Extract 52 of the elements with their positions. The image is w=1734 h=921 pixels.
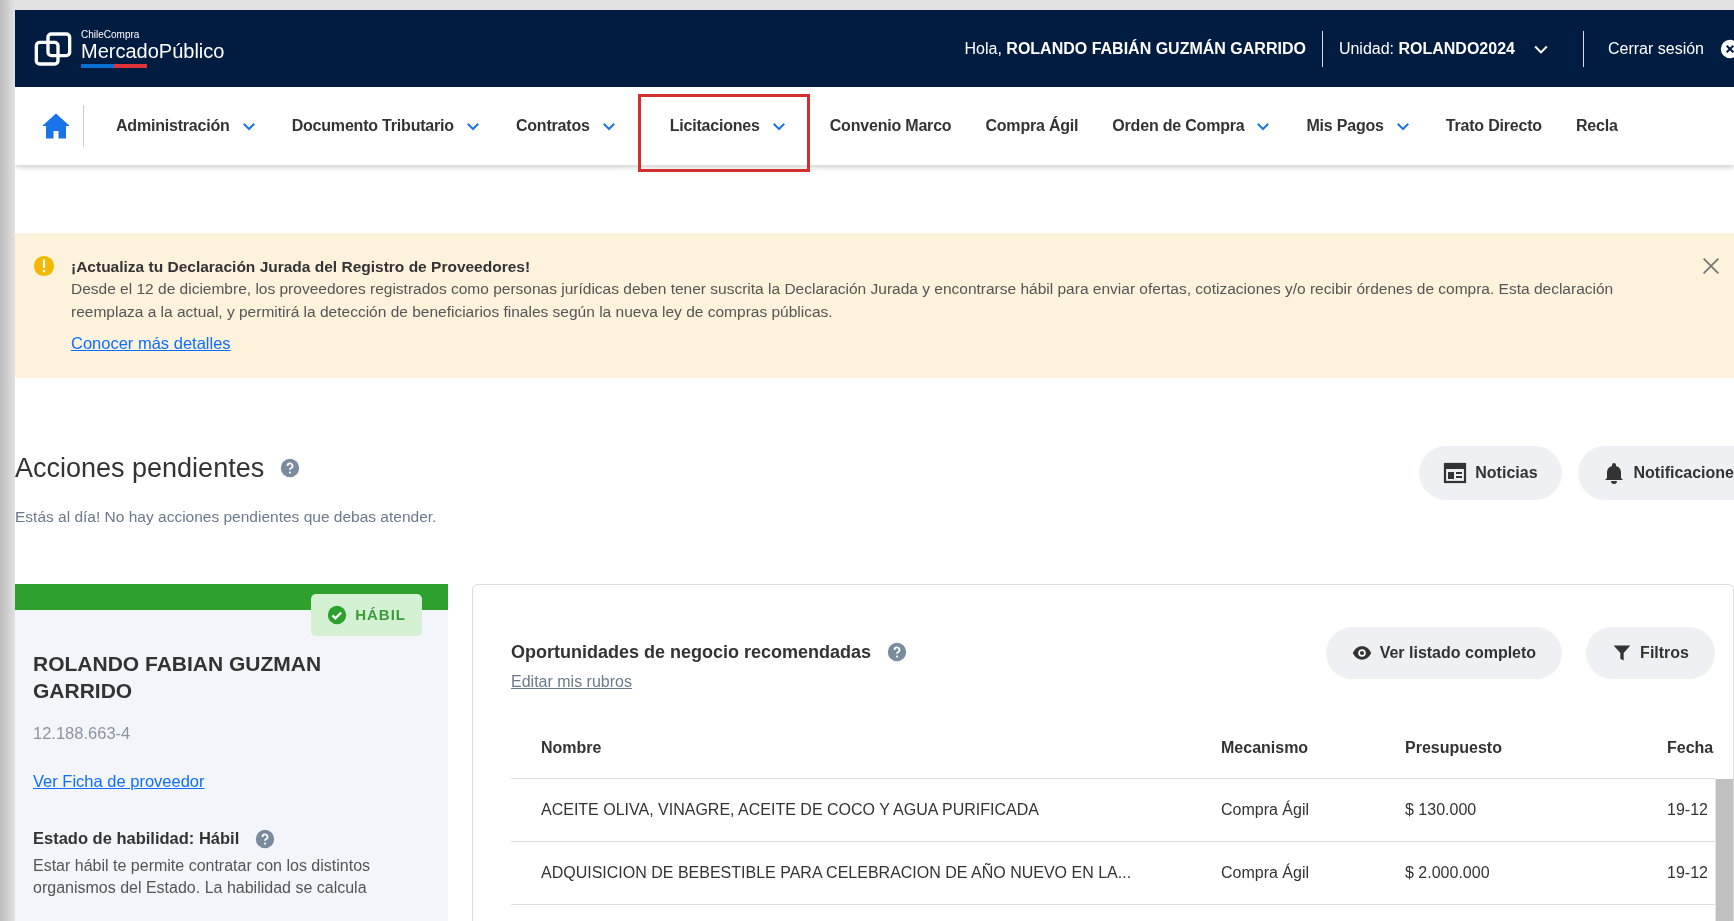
alert-text: Desde el 12 de diciembre, los proveedores registrados como personas jurídicas deben tener suscrita la Declaración Jurada y encontrarse hábil para enviar ofertas, cotizaciones y/o recibir órdenes de compra. Esta declaración reemplaza a la actual, y permitirá la detección de beneficiarios finales según la nueva ley de compras públicas. [71,279,1615,322]
pill-button[interactable]: Noticias [1419,446,1562,501]
edit-link[interactable]: Editar mis rubros [511,669,632,694]
column-header: Fecha [1667,717,1715,779]
logout-link[interactable]: Cerrar sesión [1607,36,1704,61]
provider-id: 12.188.663-4 [33,722,132,744]
table-cell: ADQUISICION DE BEBESTIBLE PARA CELEBRACION DE AÑO NUEVO EN LA... [511,841,1221,905]
greeting-text: Hola, ROLANDO FABIÁN GUZMÁN GARRIDO [964,38,1306,59]
pill-button[interactable]: Ver listado completo [1325,626,1563,679]
help-icon[interactable] [280,458,301,479]
nav-item[interactable]: Contratos [501,87,632,165]
column-header: Mecanismo [1221,717,1405,779]
section-title: Acciones pendientes [15,452,265,486]
nav-item[interactable]: Compra Ágil [971,87,1093,165]
status-message: Estás al día! No hay acciones pendientes que debas atender. [15,506,437,527]
section-title: Oportunidades de negocio recomendadas [511,640,872,664]
table-cell: ACEITE OLIVA, VINAGRE, ACEITE DE COCO Y AGUA PURIFICADA [511,778,1221,842]
nav-item[interactable]: Trato Directo [1431,87,1556,165]
nav-item[interactable]: Licitaciones [637,93,810,172]
column-header: Nombre [511,717,1221,779]
status-badge: HÁBIL [311,593,422,637]
nav-item[interactable]: Mis Pagos [1292,87,1426,165]
table-cell: Compra Ágil [1221,778,1405,842]
home-icon[interactable] [41,111,71,141]
table-cell: Compra Ágil [1221,841,1405,905]
profile-link[interactable]: Ver Ficha de proveedor [33,769,205,795]
calendar-icon [1443,461,1468,486]
status-heading: Estado de habilidad: Hábil [33,828,240,850]
table-cell: $ 2.000.000 [1405,841,1667,905]
nav-item[interactable]: Orden de Compra [1098,87,1287,165]
help-icon[interactable] [255,828,276,849]
warning-icon [33,255,55,277]
details-link[interactable]: Conocer más detalles [71,331,231,356]
provider-name: ROLANDO FABIAN GUZMAN GARRIDO [33,650,323,705]
close-icon[interactable] [1720,38,1734,59]
nav-item[interactable]: Documento Tributario [277,87,496,165]
pill-button[interactable]: Notificacione [1577,446,1734,501]
table-cell: $ 130.000 [1405,778,1667,842]
pill-button[interactable]: Filtros [1586,626,1715,679]
status-description: Estar hábil te permite contratar con los distintos organismos del Estado. La habilidad se calcula [33,856,372,899]
alert-title: ¡Actualiza tu Declaración Jurada del Registro de Proveedores! [71,257,532,277]
flag-stripe [81,63,147,68]
check-circle-icon [327,605,348,626]
unit-selector[interactable]: Unidad: ROLANDO2024 [1338,36,1551,61]
column-header: Presupuesto [1405,717,1667,779]
logo-text: MercadoPúblico [81,39,225,62]
nav-item[interactable]: Administración [102,87,272,165]
logo-text: ChileCompra [81,29,141,40]
scrollbar[interactable] [1715,778,1733,921]
nav-item[interactable]: Convenio Marco [815,87,966,165]
nav-item[interactable]: Recla [1561,87,1618,165]
help-icon[interactable] [887,642,908,663]
